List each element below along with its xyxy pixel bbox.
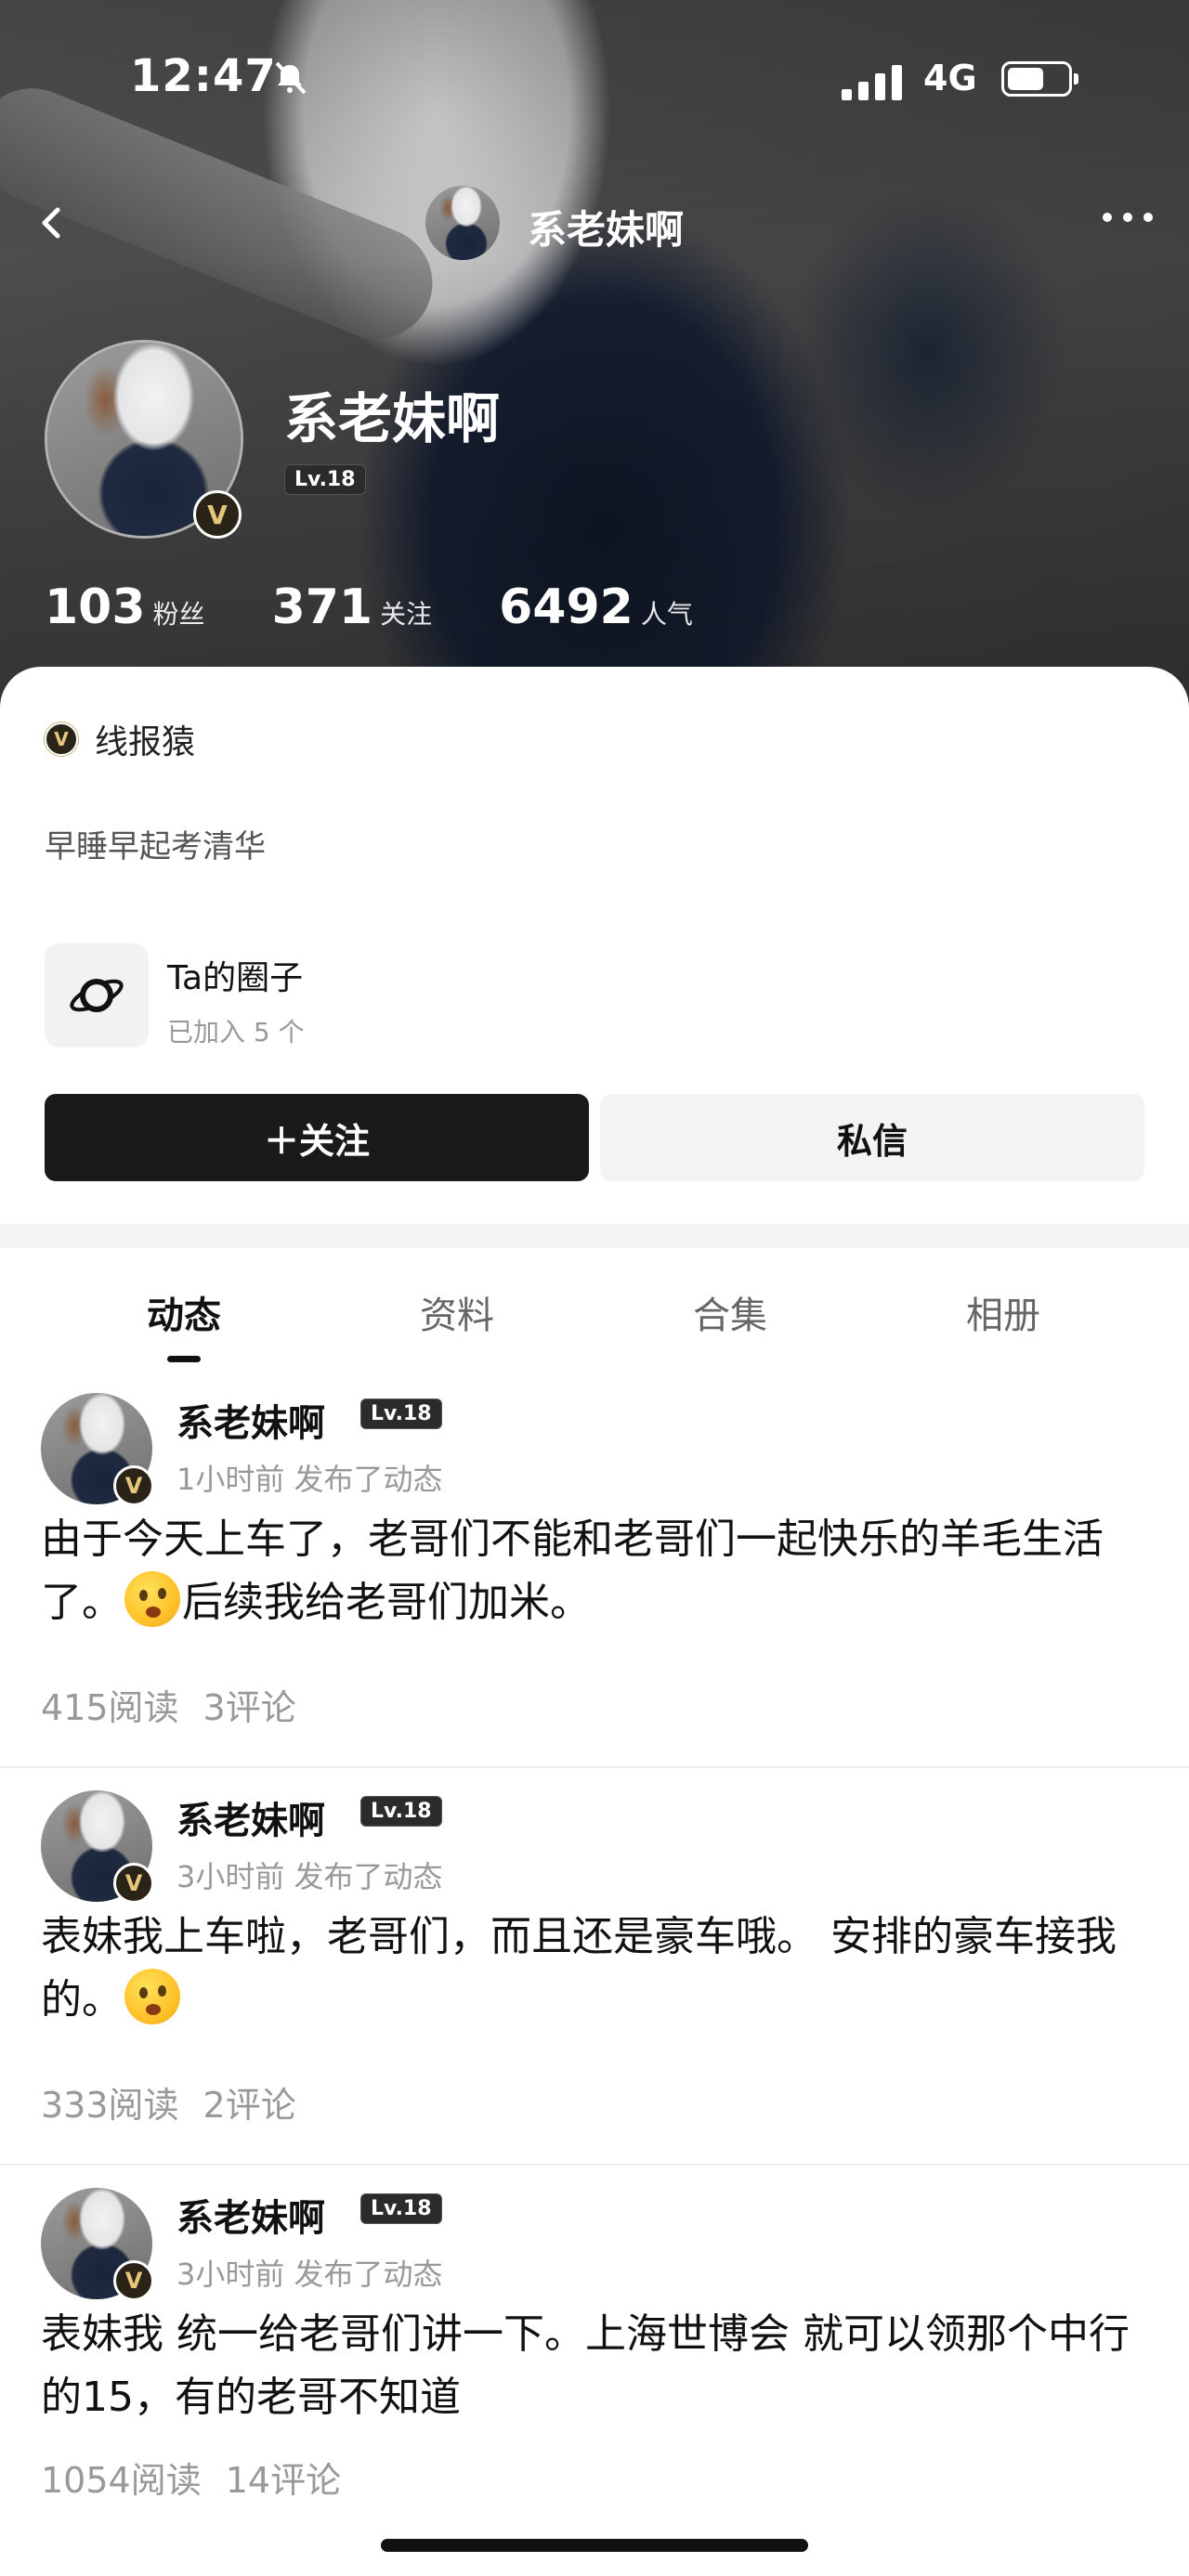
battery-icon: [1001, 61, 1078, 97]
post-meta: 3小时前 发布了动态: [176, 1859, 443, 1894]
level-badge: Lv.18: [284, 464, 366, 495]
stat-label: 粉丝: [152, 599, 205, 630]
stat-popularity: 6492 人气: [499, 579, 693, 635]
signal-icon: [842, 65, 902, 100]
post-author[interactable]: 系老妹啊: [176, 1393, 325, 1447]
status-bar: 12:47 4G: [0, 0, 1189, 158]
top-nav: 系老妹啊: [0, 176, 1189, 269]
nav-title: 系老妹啊: [528, 207, 685, 253]
post-stats: 1054阅读 14评论: [41, 2452, 341, 2503]
nav-avatar: [425, 186, 500, 260]
profile-card: V 线报猿 早睡早起考清华 Ta的圈子 已加入 5 个 ＋关注 私信: [0, 667, 1189, 1224]
verified-v-icon: V: [113, 2260, 154, 2301]
stat-number: 371: [271, 579, 373, 635]
feed-post[interactable]: V 系老妹啊 Lv.18 1小时前 发布了动态 由于今天上车了，老哥们不能和老哥…: [0, 1369, 1189, 1768]
read-count: 415阅读: [41, 1687, 179, 1728]
comment-count[interactable]: 14评论: [226, 2460, 341, 2501]
planet-icon: [45, 943, 149, 1047]
stat-fans[interactable]: 103 粉丝: [45, 579, 205, 635]
verified-v-icon: V: [45, 722, 78, 756]
profile-banner: 12:47 4G 系老妹啊 V 系老妹啊 Lv.18 103 粉丝 371 关注…: [0, 0, 1189, 734]
post-text: 表妹我 统一给老哥们讲一下。上海世博会 就可以领那个中行的15，有的老哥不知道: [41, 2303, 1152, 2429]
tab-posts[interactable]: 动态: [147, 1285, 221, 1339]
post-text: 由于今天上车了，老哥们不能和老哥们一起快乐的羊毛生活了。 后续我给老哥们加米。: [41, 1508, 1152, 1634]
post-avatar[interactable]: V: [41, 1790, 154, 1904]
level-badge: Lv.18: [360, 1796, 442, 1827]
stat-number: 6492: [499, 579, 634, 635]
post-text-part: 表妹我 统一给老哥们讲一下。上海世博会 就可以领那个中行的15，有的老哥不知道: [41, 2310, 1130, 2421]
follow-button[interactable]: ＋关注: [45, 1094, 589, 1181]
circles-subtitle: 已加入 5 个: [167, 1017, 305, 1047]
stat-following[interactable]: 371 关注: [272, 579, 433, 635]
profile-stats: 103 粉丝 371 关注 6492 人气: [45, 579, 693, 635]
post-text: 表妹我上车啦，老哥们，而且还是豪车哦。 安排的豪车接我的。: [41, 1906, 1152, 2032]
emoji-icon: [124, 1969, 180, 2024]
feed-post[interactable]: V 系老妹啊 Lv.18 3小时前 发布了动态 表妹我 统一给老哥们讲一下。上海…: [0, 2164, 1189, 2544]
feed-post[interactable]: V 系老妹啊 Lv.18 3小时前 发布了动态 表妹我上车啦，老哥们，而且还是豪…: [0, 1766, 1189, 2166]
level-badge: Lv.18: [360, 1399, 442, 1429]
verified-v-icon: V: [113, 1863, 154, 1904]
stat-label: 关注: [380, 599, 433, 630]
profile-tabs: 动态 资料 合集 相册: [0, 1248, 1189, 1369]
circles-title: Ta的圈子: [167, 959, 304, 997]
circles-entry[interactable]: Ta的圈子 已加入 5 个: [45, 943, 305, 1049]
comment-count[interactable]: 2评论: [203, 2085, 296, 2126]
profile-bio: 早睡早起考清华: [45, 828, 266, 865]
post-stats: 333阅读 2评论: [41, 2076, 296, 2127]
back-arrow-icon[interactable]: [33, 204, 71, 241]
post-stats: 415阅读 3评论: [41, 1679, 296, 1730]
post-text-part: 表妹我上车啦，老哥们，而且还是豪车哦。 安排的豪车接我的。: [41, 1913, 1117, 2023]
verified-v-icon: V: [113, 1465, 154, 1506]
read-count: 1054阅读: [41, 2460, 202, 2501]
post-avatar[interactable]: V: [41, 2188, 154, 2301]
verification-row: V 线报猿: [45, 715, 195, 763]
profile-name: 系老妹啊: [284, 387, 501, 450]
tab-info[interactable]: 资料: [420, 1285, 494, 1339]
post-avatar[interactable]: V: [41, 1393, 154, 1506]
level-badge: Lv.18: [360, 2193, 442, 2224]
more-icon[interactable]: [1100, 208, 1156, 227]
tab-collections[interactable]: 合集: [693, 1285, 767, 1339]
tab-album[interactable]: 相册: [966, 1285, 1040, 1339]
read-count: 333阅读: [41, 2085, 179, 2126]
post-author[interactable]: 系老妹啊: [176, 1790, 325, 1844]
stat-label: 人气: [640, 599, 693, 630]
post-author[interactable]: 系老妹啊: [176, 2188, 325, 2242]
stat-number: 103: [45, 579, 146, 635]
verified-v-icon: V: [193, 490, 242, 539]
message-button[interactable]: 私信: [600, 1094, 1144, 1181]
post-meta: 1小时前 发布了动态: [176, 1462, 443, 1497]
bell-muted-icon: [275, 61, 307, 95]
network-label: 4G: [923, 58, 977, 98]
active-tab-indicator: [167, 1356, 201, 1362]
status-time: 12:47: [130, 50, 277, 102]
home-indicator: [381, 2539, 808, 2552]
comment-count[interactable]: 3评论: [203, 1687, 296, 1728]
verification-text: 线报猿: [95, 723, 196, 761]
post-text-part: 后续我给老哥们加米。: [182, 1579, 591, 1626]
post-meta: 3小时前 发布了动态: [176, 2257, 443, 2292]
emoji-icon: [124, 1571, 180, 1627]
section-divider: [0, 1224, 1189, 1248]
